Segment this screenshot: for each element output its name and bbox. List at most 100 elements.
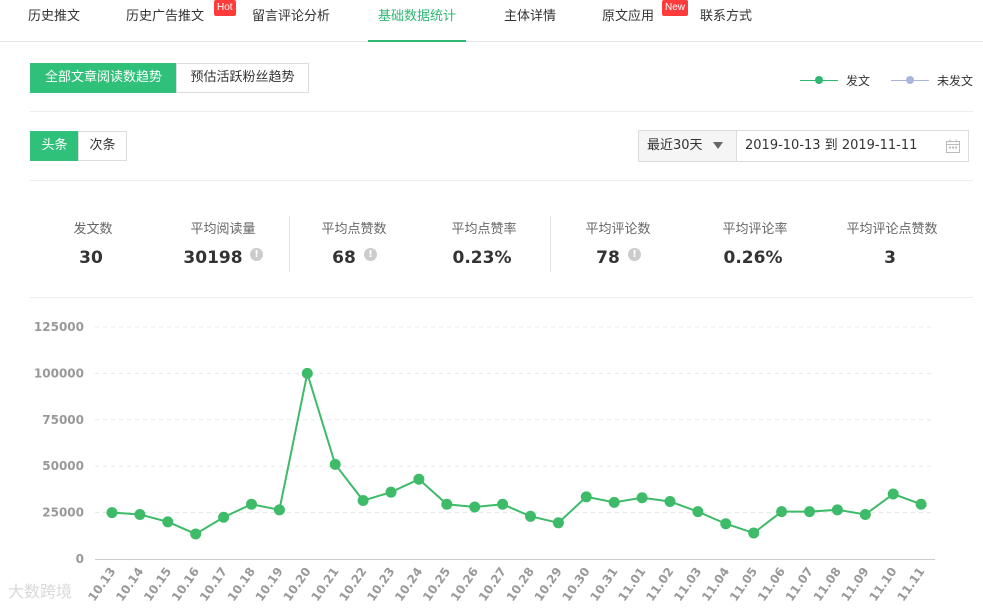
tab-label: 主体详情 bbox=[504, 9, 557, 24]
data-point bbox=[357, 495, 369, 507]
data-point bbox=[748, 527, 760, 539]
data-point bbox=[636, 492, 648, 504]
tab-basic-stats[interactable]: 基础数据统计 bbox=[367, 0, 467, 42]
tab-label: 历史广告推文 bbox=[126, 9, 205, 24]
divider bbox=[30, 180, 973, 181]
x-tick-label: 10.19 bbox=[253, 565, 286, 604]
divider bbox=[30, 297, 973, 298]
data-point bbox=[413, 473, 425, 485]
x-tick-label: 11.11 bbox=[894, 565, 927, 604]
stat-avg-reads-label: 平均阅读量 bbox=[190, 222, 256, 237]
x-tick-label: 10.26 bbox=[448, 565, 481, 604]
divider bbox=[289, 216, 290, 272]
x-tick-label: 11.05 bbox=[727, 565, 760, 604]
legend-not-posted[interactable]: 未发文 bbox=[891, 73, 981, 89]
x-tick-label: 10.16 bbox=[169, 565, 202, 604]
series-line bbox=[111, 373, 922, 536]
reads-trend-chart: 025000500007500010000012500010.1310.1410… bbox=[34, 320, 935, 604]
legend-posted[interactable]: 发文 bbox=[800, 73, 872, 89]
info-icon[interactable]: ! bbox=[364, 248, 377, 261]
legend-dot bbox=[906, 76, 914, 84]
secondary-button[interactable]: 次条 bbox=[78, 131, 127, 161]
date-range-value: 2019-10-13 到 2019-11-11 bbox=[745, 138, 918, 153]
x-tick-label: 11.07 bbox=[783, 565, 816, 604]
x-tick-label: 10.29 bbox=[532, 565, 565, 604]
headline-button[interactable]: 头条 bbox=[30, 131, 79, 161]
tab-original-apps[interactable]: 原文应用 bbox=[602, 0, 654, 41]
x-tick-label: 11.10 bbox=[866, 565, 899, 604]
data-point bbox=[692, 506, 704, 518]
x-tick-label: 10.20 bbox=[281, 565, 314, 604]
x-tick-label: 10.24 bbox=[392, 565, 425, 604]
data-point bbox=[831, 504, 843, 516]
y-tick-label: 0 bbox=[76, 552, 84, 566]
x-tick-label: 10.13 bbox=[85, 565, 118, 604]
x-tick-label: 11.09 bbox=[839, 565, 872, 604]
tab-comment-analysis[interactable]: 留言评论分析 bbox=[252, 0, 330, 41]
data-point bbox=[497, 498, 509, 510]
stat-like-rate-value: 0.23% bbox=[452, 248, 512, 268]
top-nav: 历史推文 历史广告推文 Hot 留言评论分析 基础数据统计 主体详情 原文应用 … bbox=[0, 0, 983, 42]
new-badge: New bbox=[662, 0, 689, 16]
x-tick-label: 11.08 bbox=[811, 565, 844, 604]
stat-avg-comment-likes-label: 平均评论点赞数 bbox=[846, 222, 938, 237]
stat-comment-rate-label: 平均评论率 bbox=[722, 222, 788, 237]
x-tick-label: 11.01 bbox=[615, 565, 648, 604]
x-tick-label: 10.14 bbox=[113, 565, 146, 604]
data-point bbox=[804, 506, 815, 518]
data-point bbox=[664, 495, 676, 507]
legend-dot bbox=[815, 76, 823, 84]
x-tick-label: 11.06 bbox=[755, 565, 788, 604]
tab-label: 原文应用 bbox=[602, 9, 655, 24]
x-tick-label: 10.21 bbox=[308, 565, 341, 604]
data-point bbox=[525, 510, 536, 522]
data-point bbox=[190, 528, 202, 540]
tab-label: 历史推文 bbox=[28, 9, 81, 24]
stat-avg-comments-label: 平均评论数 bbox=[585, 222, 651, 237]
watermark-text: 大数跨境 bbox=[8, 582, 73, 601]
stat-avg-comments-value: 78 bbox=[596, 248, 620, 268]
divider bbox=[30, 111, 973, 112]
legend-label: 发文 bbox=[846, 74, 871, 88]
calendar-icon[interactable] bbox=[946, 139, 960, 153]
data-point bbox=[887, 488, 899, 500]
tab-history-posts[interactable]: 历史推文 bbox=[28, 0, 80, 41]
data-point bbox=[162, 516, 174, 528]
all-articles-trend-button[interactable]: 全部文章阅读数趋势 bbox=[30, 63, 177, 93]
tab-label: 联系方式 bbox=[700, 9, 753, 24]
info-icon[interactable]: ! bbox=[250, 248, 263, 261]
info-icon[interactable]: ! bbox=[628, 248, 641, 261]
stat-post-count-value: 30 bbox=[79, 248, 103, 268]
x-tick-label: 10.31 bbox=[587, 565, 620, 604]
data-point bbox=[441, 498, 453, 510]
legend-label: 未发文 bbox=[937, 74, 974, 88]
x-tick-label: 11.04 bbox=[699, 565, 732, 604]
tab-history-ads[interactable]: 历史广告推文 bbox=[126, 0, 204, 41]
stat-avg-likes-value: 68 bbox=[332, 248, 356, 268]
stat-avg-comment-likes-value: 3 bbox=[884, 248, 896, 268]
divider bbox=[550, 216, 551, 272]
y-tick-label: 50000 bbox=[42, 459, 84, 473]
fans-trend-button[interactable]: 预估活跃粉丝趋势 bbox=[176, 63, 309, 93]
x-tick-label: 10.17 bbox=[197, 565, 230, 604]
date-range-input[interactable]: 2019-10-13 到 2019-11-11 bbox=[736, 130, 969, 162]
y-tick-label: 25000 bbox=[42, 506, 84, 520]
data-point bbox=[218, 511, 230, 523]
x-tick-label: 10.22 bbox=[336, 565, 369, 604]
x-tick-label: 11.02 bbox=[643, 565, 676, 604]
data-point bbox=[329, 458, 341, 470]
data-point bbox=[385, 486, 397, 498]
x-tick-label: 11.03 bbox=[671, 565, 704, 604]
data-point bbox=[720, 518, 732, 530]
y-tick-label: 100000 bbox=[34, 366, 84, 380]
tab-label: 基础数据统计 bbox=[378, 9, 457, 24]
tab-contact[interactable]: 联系方式 bbox=[700, 0, 752, 41]
data-point bbox=[246, 498, 257, 510]
stat-comment-rate-value: 0.26% bbox=[723, 248, 783, 268]
data-point bbox=[915, 498, 927, 510]
data-point bbox=[776, 506, 788, 518]
tab-entity-details[interactable]: 主体详情 bbox=[504, 0, 556, 41]
chevron-down-icon[interactable] bbox=[713, 142, 723, 149]
x-tick-label: 10.25 bbox=[420, 565, 453, 604]
data-point bbox=[469, 501, 481, 513]
